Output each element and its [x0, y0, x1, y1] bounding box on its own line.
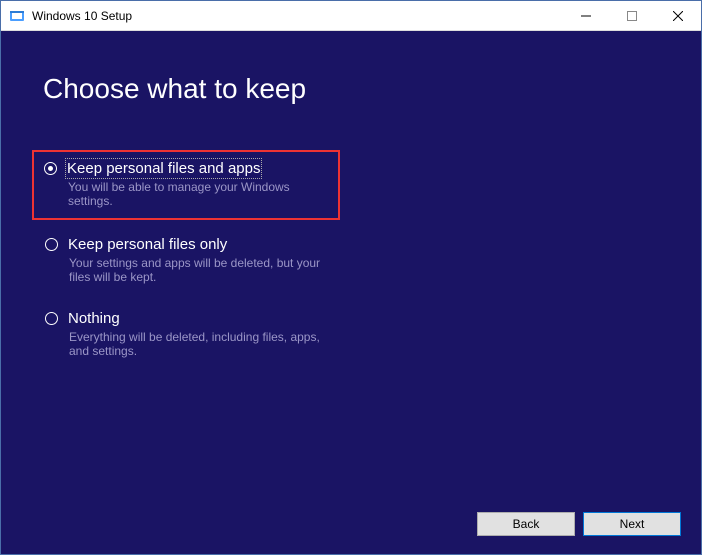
options-group: Keep personal files and apps You will be…	[1, 105, 701, 368]
next-button[interactable]: Next	[583, 512, 681, 536]
maximize-button[interactable]	[609, 1, 655, 31]
option-keep-files-only[interactable]: Keep personal files only Your settings a…	[35, 228, 343, 294]
option-description: Your settings and apps will be deleted, …	[69, 256, 333, 284]
setup-window: Windows 10 Setup Choose what to keep Kee…	[0, 0, 702, 555]
radio-icon[interactable]	[45, 312, 58, 325]
option-description: You will be able to manage your Windows …	[68, 180, 328, 208]
setup-icon	[9, 8, 25, 24]
option-label: Keep personal files only	[68, 236, 227, 253]
option-keep-files-apps[interactable]: Keep personal files and apps You will be…	[32, 150, 340, 220]
option-description: Everything will be deleted, including fi…	[69, 330, 333, 358]
window-title: Windows 10 Setup	[32, 9, 563, 23]
footer-buttons: Back Next	[477, 512, 681, 536]
radio-icon[interactable]	[45, 238, 58, 251]
option-label: Keep personal files and apps	[67, 160, 260, 177]
radio-icon[interactable]	[44, 162, 57, 175]
minimize-button[interactable]	[563, 1, 609, 31]
titlebar: Windows 10 Setup	[1, 1, 701, 31]
option-label: Nothing	[68, 310, 120, 327]
option-nothing[interactable]: Nothing Everything will be deleted, incl…	[35, 302, 343, 368]
content-area: Choose what to keep Keep personal files …	[1, 31, 701, 554]
back-button[interactable]: Back	[477, 512, 575, 536]
page-heading: Choose what to keep	[1, 31, 701, 105]
close-button[interactable]	[655, 1, 701, 31]
